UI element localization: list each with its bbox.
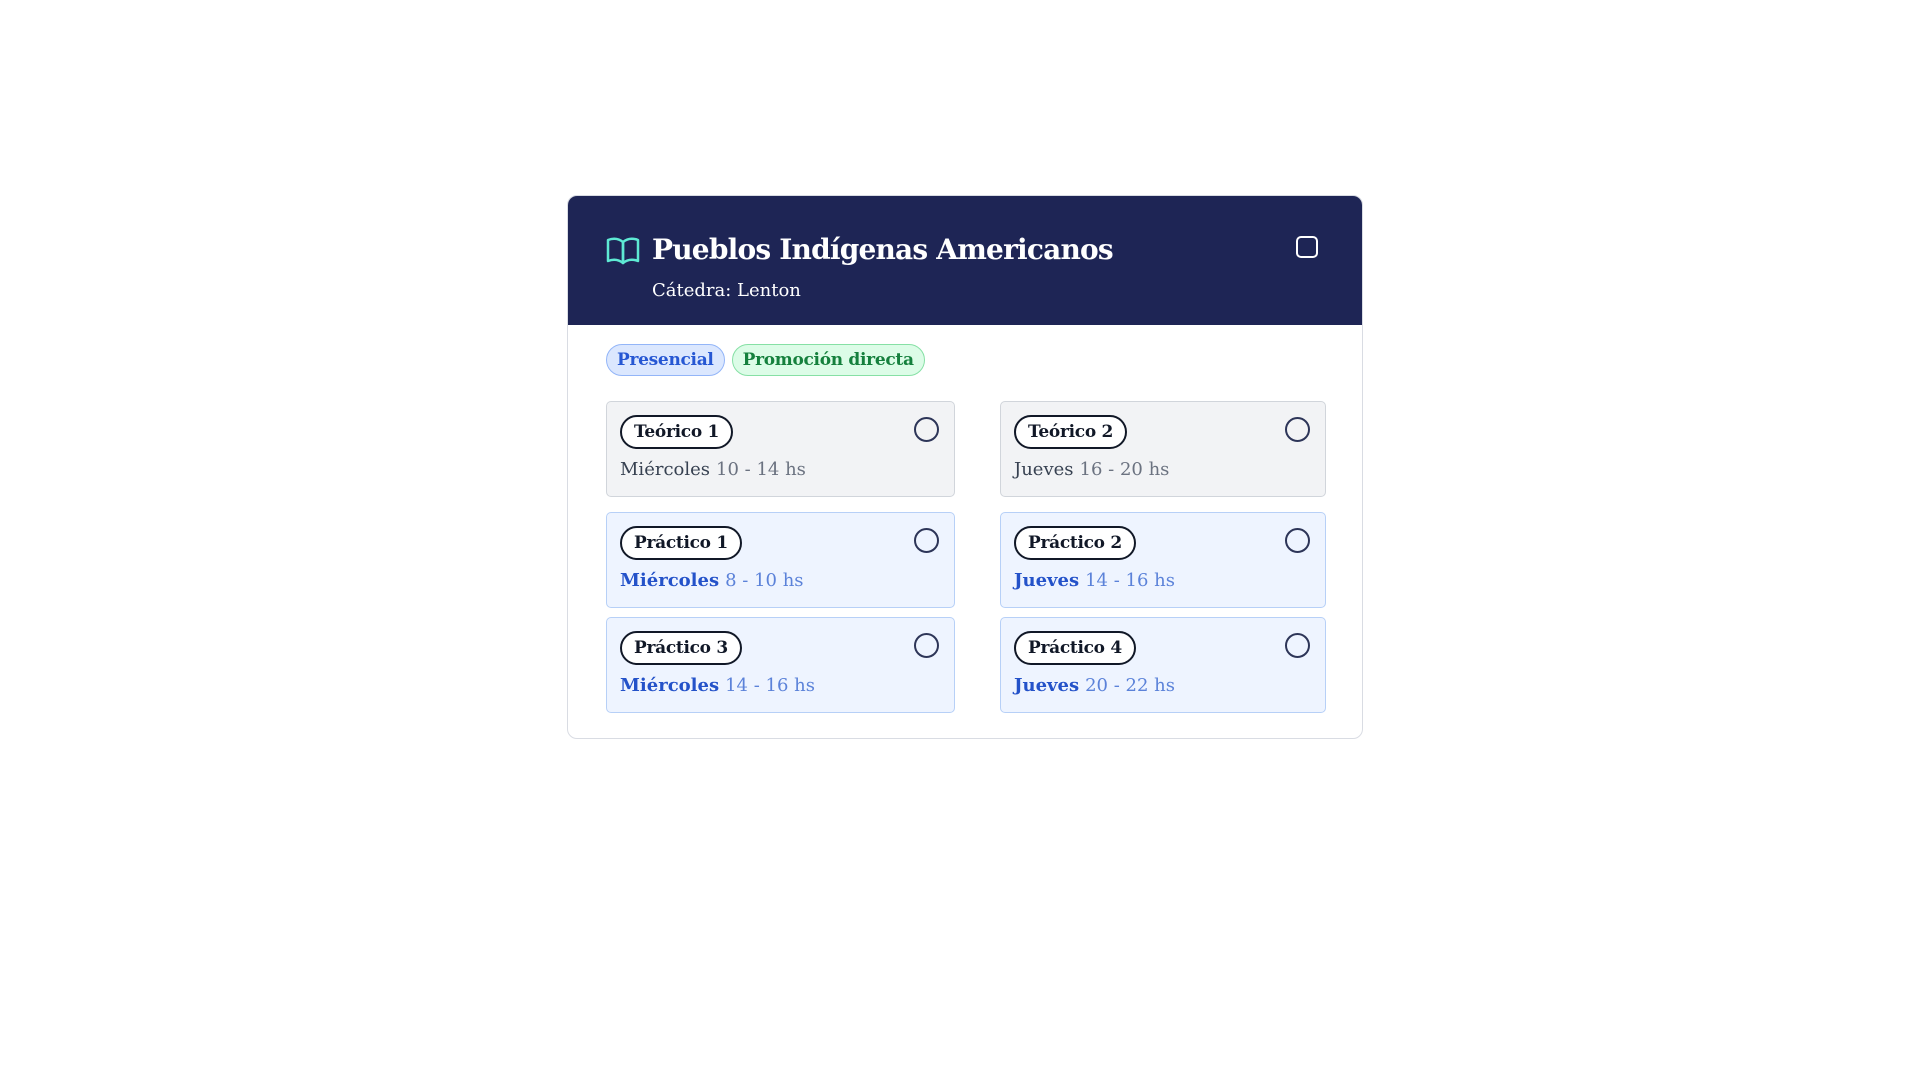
slot-radio[interactable] xyxy=(1285,417,1310,442)
slot-day: Miércoles xyxy=(620,675,720,696)
slot-time: 8 - 10 hs xyxy=(725,570,804,591)
slot-schedule: Miércoles 14 - 16 hs xyxy=(620,675,815,696)
slot-time: 20 - 22 hs xyxy=(1085,675,1175,696)
slot-practico-1[interactable]: Práctico 1 Miércoles 8 - 10 hs xyxy=(606,512,955,608)
slot-label: Práctico 3 xyxy=(620,631,742,665)
slot-day: Jueves xyxy=(1014,459,1074,480)
promotion-badge: Promoción directa xyxy=(731,344,925,376)
slot-day: Jueves xyxy=(1014,675,1080,696)
select-course-checkbox[interactable] xyxy=(1296,236,1318,258)
badge-row: Presencial Promoción directa xyxy=(606,344,925,376)
slot-time: 14 - 16 hs xyxy=(1085,570,1175,591)
slot-schedule: Jueves 14 - 16 hs xyxy=(1014,570,1175,591)
slot-schedule: Miércoles 8 - 10 hs xyxy=(620,570,804,591)
slot-label: Teórico 2 xyxy=(1014,415,1128,449)
slot-schedule: Jueves 20 - 22 hs xyxy=(1014,675,1175,696)
slot-radio[interactable] xyxy=(914,417,939,442)
slot-day: Miércoles xyxy=(620,570,720,591)
slot-radio[interactable] xyxy=(914,528,939,553)
course-header: Pueblos Indígenas Americanos Cátedra: Le… xyxy=(568,196,1362,325)
slot-teorico-2[interactable]: Teórico 2 Jueves 16 - 20 hs xyxy=(1000,401,1326,497)
slot-practico-2[interactable]: Práctico 2 Jueves 14 - 16 hs xyxy=(1000,512,1326,608)
slot-time: 14 - 16 hs xyxy=(725,675,815,696)
modality-badge: Presencial xyxy=(606,344,725,376)
slot-schedule: Jueves 16 - 20 hs xyxy=(1014,459,1169,480)
slot-day: Jueves xyxy=(1014,570,1080,591)
slot-radio[interactable] xyxy=(914,633,939,658)
slot-schedule: Miércoles 10 - 14 hs xyxy=(620,459,806,480)
slot-practico-3[interactable]: Práctico 3 Miércoles 14 - 16 hs xyxy=(606,617,955,713)
slot-label: Teórico 1 xyxy=(620,415,734,449)
slot-day: Miércoles xyxy=(620,459,711,480)
book-open-icon xyxy=(606,237,640,265)
course-subtitle: Cátedra: Lenton xyxy=(652,280,801,301)
slot-label: Práctico 2 xyxy=(1014,526,1136,560)
slot-teorico-1[interactable]: Teórico 1 Miércoles 10 - 14 hs xyxy=(606,401,955,497)
slot-radio[interactable] xyxy=(1285,528,1310,553)
slot-radio[interactable] xyxy=(1285,633,1310,658)
course-title: Pueblos Indígenas Americanos xyxy=(652,233,1114,266)
slot-time: 10 - 14 hs xyxy=(716,459,806,480)
slot-practico-4[interactable]: Práctico 4 Jueves 20 - 22 hs xyxy=(1000,617,1326,713)
slot-label: Práctico 1 xyxy=(620,526,742,560)
slot-time: 16 - 20 hs xyxy=(1079,459,1170,480)
slot-label: Práctico 4 xyxy=(1014,631,1136,665)
course-card: Pueblos Indígenas Americanos Cátedra: Le… xyxy=(567,195,1363,739)
